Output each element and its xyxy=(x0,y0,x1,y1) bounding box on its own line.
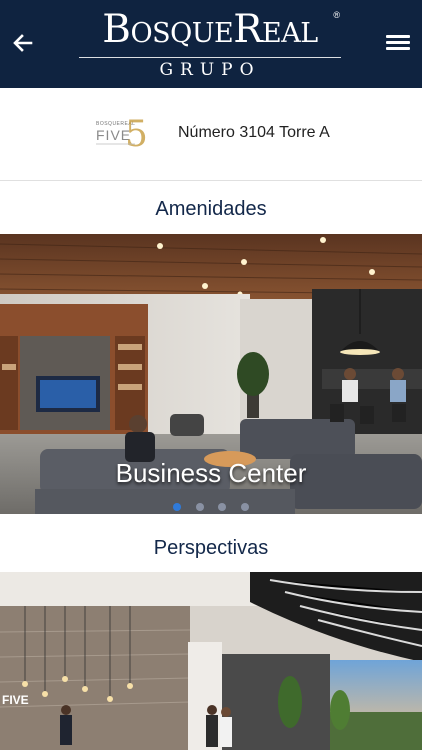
project-address: Número 3104 Torre A xyxy=(178,124,330,141)
perspectives-title: Perspectivas xyxy=(153,537,269,559)
carousel-pagination xyxy=(0,498,422,514)
slide-caption: Business Center xyxy=(115,458,307,488)
back-button[interactable] xyxy=(10,30,36,56)
logo-divider xyxy=(79,57,341,58)
amenities-carousel[interactable]: Business Center xyxy=(0,234,422,514)
carousel-dot-2[interactable] xyxy=(195,503,204,511)
perspectives-carousel[interactable]: FIVE xyxy=(0,572,422,750)
menu-button[interactable] xyxy=(386,32,410,54)
app-header: BosqueReal ® GRUPO xyxy=(0,0,422,88)
amenities-title: Amenidades xyxy=(155,198,267,220)
lobby-perspective-image: FIVE xyxy=(0,572,422,750)
five-logo-numeral: 5 xyxy=(125,114,148,152)
lobby-sign-text: FIVE xyxy=(2,693,29,707)
project-info-row[interactable]: BOSQUEREAL FIVE 5 Número 3104 Torre A xyxy=(0,88,422,181)
carousel-dot-4[interactable] xyxy=(240,503,249,511)
carousel-dot-1[interactable] xyxy=(173,503,182,511)
bosque-real-logo: BosqueReal ® GRUPO xyxy=(60,6,360,84)
five-logo-icon: BOSQUEREAL FIVE 5 xyxy=(96,114,148,152)
arrow-left-icon xyxy=(13,34,33,52)
logo-sub-text: GRUPO xyxy=(159,60,261,80)
logo-registered-mark: ® xyxy=(333,10,340,20)
logo-main-text: BosqueReal xyxy=(102,7,318,52)
hamburger-menu-icon xyxy=(386,35,410,50)
carousel-dot-3[interactable] xyxy=(218,503,227,511)
